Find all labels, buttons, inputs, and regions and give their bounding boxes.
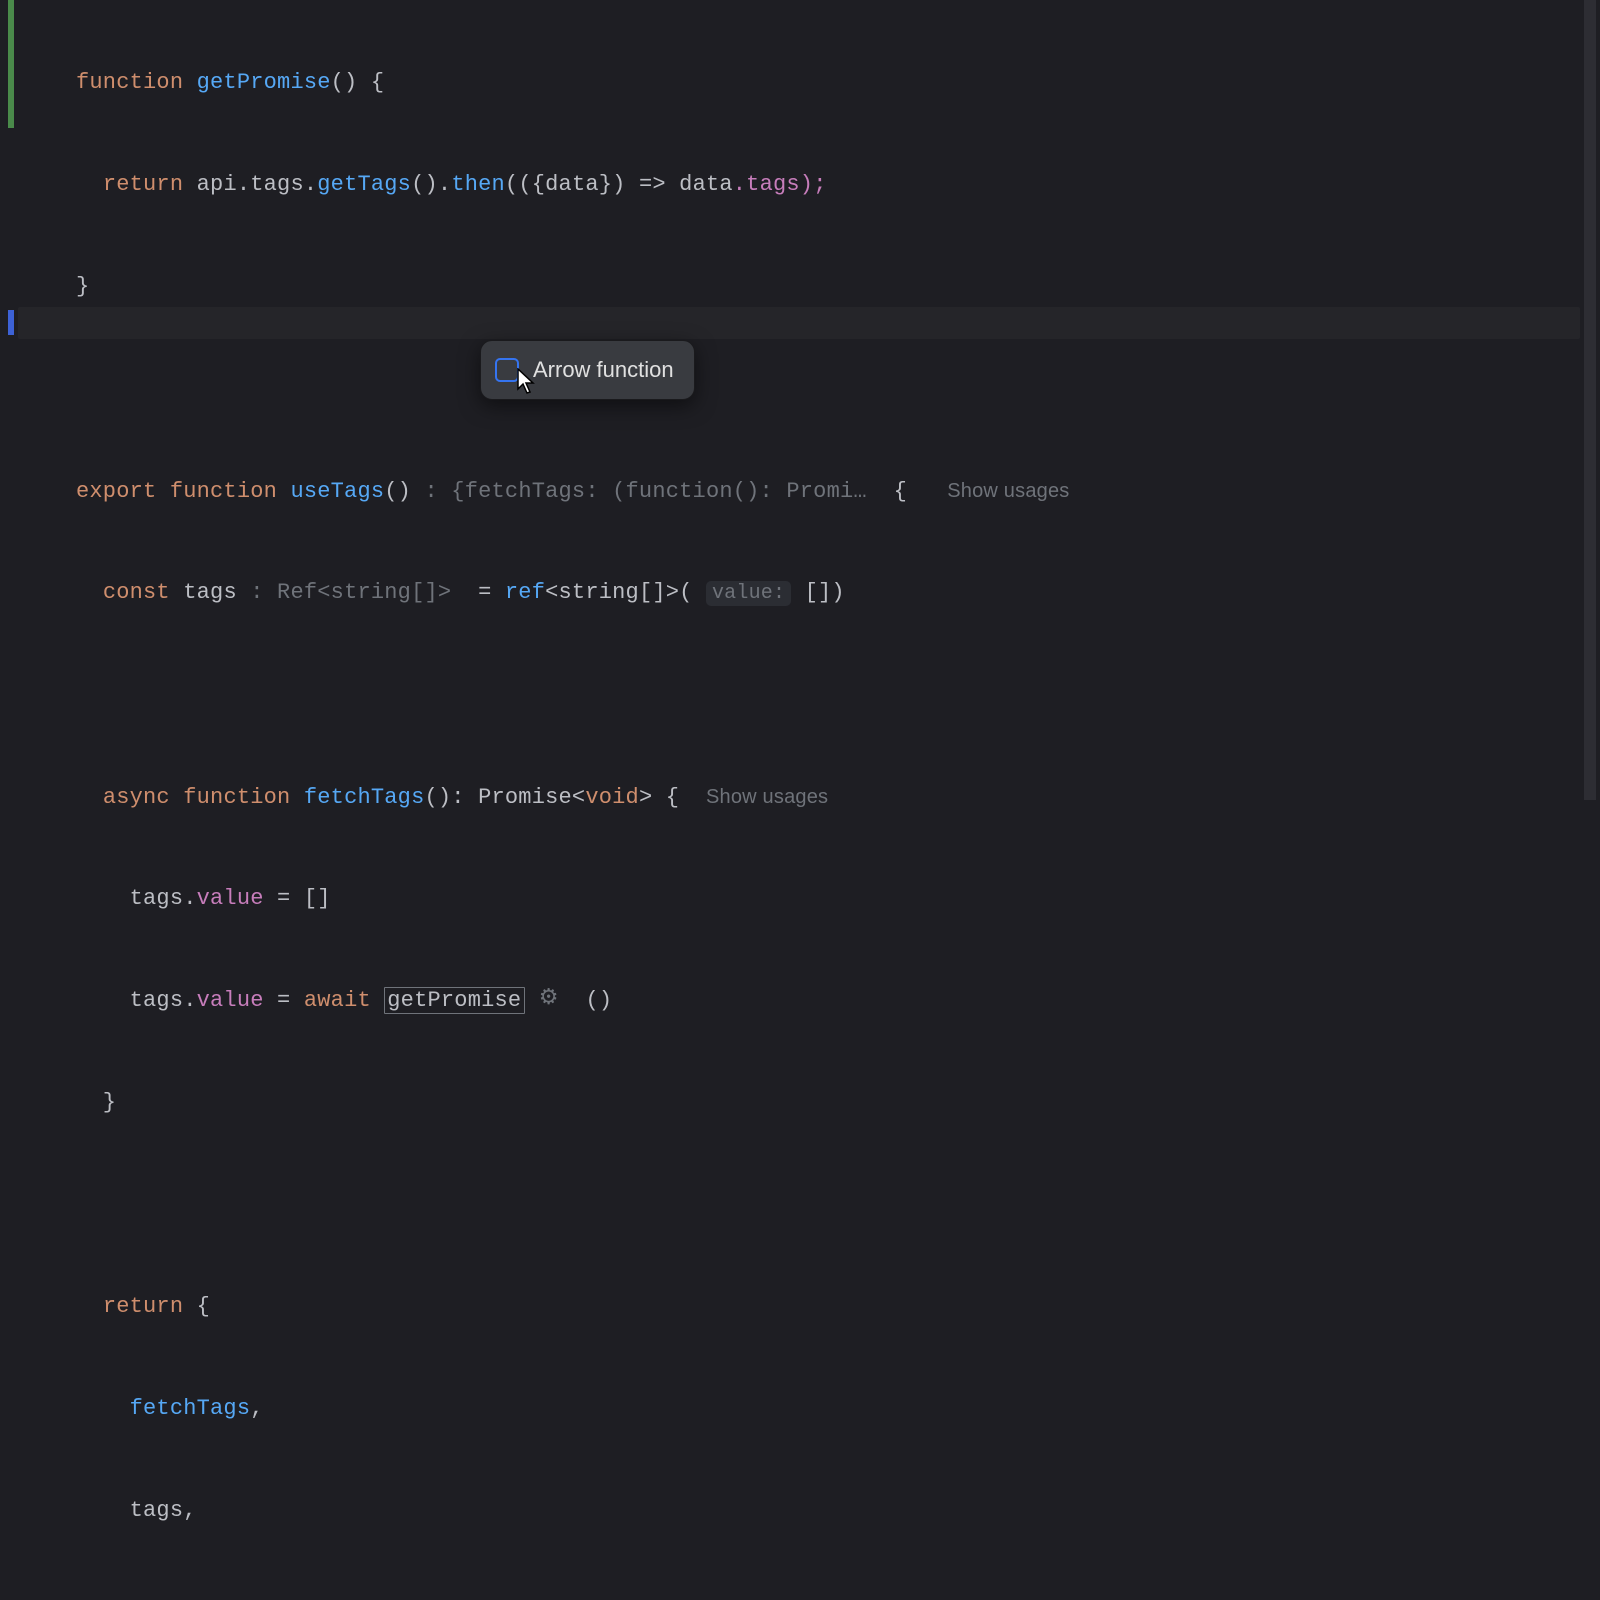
ident: tags.	[130, 988, 197, 1013]
code-line: return api.tags.getTags().then(({data}) …	[76, 168, 1070, 202]
function-name: getPromise	[197, 70, 331, 95]
punct: ,	[183, 1498, 196, 1523]
keyword-async: async	[103, 785, 170, 810]
type: Promise	[478, 785, 572, 810]
brace: {	[183, 1294, 210, 1319]
punct: ,	[250, 1396, 263, 1421]
inlay-param-hint: value:	[706, 581, 791, 606]
punct: ()	[384, 479, 411, 504]
keyword-const: const	[103, 580, 170, 605]
keyword-return: return	[103, 172, 183, 197]
punct: > {	[639, 785, 679, 810]
show-usages-link[interactable]: Show usages	[706, 786, 828, 808]
ident: }) =>	[599, 172, 679, 197]
keyword-void: void	[585, 785, 639, 810]
code-line: tags.value = await getPromise ⚙ ()	[76, 984, 1070, 1018]
code-line: fetchTags,	[76, 1392, 1070, 1426]
function-name: useTags	[290, 479, 384, 504]
code-editor[interactable]: function getPromise() { return api.tags.…	[76, 0, 1070, 1600]
arrow-function-label: Arrow function	[533, 353, 674, 387]
ident: ().	[411, 172, 451, 197]
gutter-caret-marker	[8, 310, 14, 335]
keyword-function: function	[76, 70, 183, 95]
call: ref	[505, 580, 545, 605]
gutter-modified-marker	[8, 0, 14, 128]
keyword-function: function	[183, 785, 290, 810]
arrow-function-checkbox[interactable]	[495, 358, 519, 382]
refactor-selection[interactable]: getPromise	[384, 987, 525, 1014]
punct: ():	[424, 785, 478, 810]
code-line: tags,	[76, 1494, 1070, 1528]
punct: =	[451, 580, 505, 605]
prop: value	[197, 988, 264, 1013]
punct: [])	[791, 580, 845, 605]
code-line: function getPromise() {	[76, 66, 1070, 100]
code-line: }	[76, 1596, 1070, 1600]
show-usages-link[interactable]: Show usages	[947, 480, 1069, 502]
gear-icon[interactable]: ⚙	[539, 986, 559, 1011]
keyword-return: return	[103, 1294, 183, 1319]
brace: }	[76, 274, 89, 299]
inlay-type-hint: : {fetchTags: (function(): Promi…	[425, 479, 867, 504]
ident: (({	[505, 172, 545, 197]
prop-shorthand: tags	[130, 1498, 184, 1523]
code-line: return {	[76, 1290, 1070, 1324]
punct: = []	[264, 886, 331, 911]
code-line: export function useTags() : {fetchTags: …	[76, 474, 1070, 508]
keyword-await: await	[304, 988, 371, 1013]
prop-shorthand: fetchTags	[130, 1396, 251, 1421]
code-line	[76, 678, 1070, 712]
brace: {	[867, 479, 907, 504]
code-line: tags.value = []	[76, 882, 1070, 916]
code-line: }	[76, 1086, 1070, 1120]
vertical-scrollbar[interactable]	[1584, 0, 1596, 800]
punct: =	[264, 988, 304, 1013]
code-line: const tags : Ref<string[]> = ref<string[…	[76, 576, 1070, 610]
keyword-function: function	[170, 479, 277, 504]
ident: tags.	[130, 886, 197, 911]
refactor-options-popup[interactable]: Arrow function	[480, 340, 695, 400]
inlay-type-hint: : Ref<string[]>	[250, 580, 451, 605]
code-line	[76, 1188, 1070, 1222]
prop: .tags);	[733, 172, 827, 197]
keyword-export: export	[76, 479, 156, 504]
call: then	[451, 172, 505, 197]
code-line: }	[76, 270, 1070, 304]
brace: }	[76, 1090, 116, 1115]
param: data	[545, 172, 599, 197]
punct: <	[572, 785, 585, 810]
ident: api.tags.	[197, 172, 318, 197]
ident: data	[679, 172, 733, 197]
code-line: async function fetchTags(): Promise<void…	[76, 780, 1070, 814]
punct: ()	[572, 988, 612, 1013]
generic: <string[]>(	[545, 580, 692, 605]
var: tags	[183, 580, 237, 605]
function-name: fetchTags	[304, 785, 425, 810]
call: getTags	[317, 172, 411, 197]
prop: value	[197, 886, 264, 911]
punct: () {	[331, 70, 385, 95]
